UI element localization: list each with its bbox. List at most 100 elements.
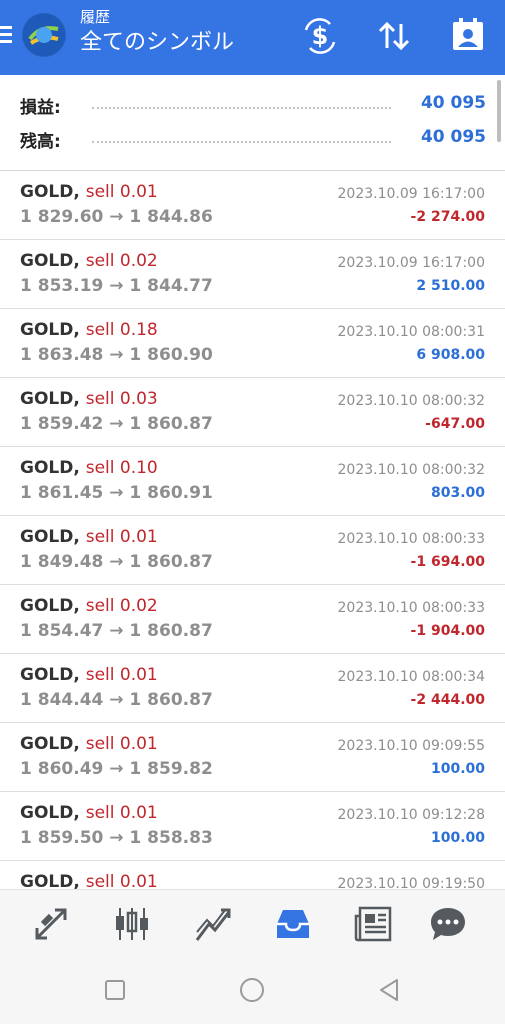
deal-prices: 1 853.19 → 1 844.77 — [20, 276, 213, 296]
top-app-bar: 履歴 全てのシンボル $ — [0, 0, 505, 75]
deal-time: 2023.10.10 08:00:34 — [337, 669, 486, 685]
arrows-diagonal-icon[interactable] — [31, 904, 71, 944]
deal-symbol: GOLD, — [20, 803, 86, 823]
deal-profit: -647.00 — [425, 416, 485, 432]
deal-row[interactable]: GOLD, sell 0.10 1 861.45 → 1 860.91 2023.1… — [0, 447, 505, 516]
deal-symbol: GOLD, — [20, 458, 86, 478]
deal-title: GOLD, sell 0.02 — [20, 251, 158, 271]
deal-time: 2023.10.10 08:00:32 — [337, 462, 486, 478]
deal-list[interactable]: GOLD, sell 0.01 1 829.60 → 1 844.86 2023.1… — [0, 171, 505, 889]
deal-profit: 100.00 — [430, 761, 485, 777]
deal-title: GOLD, sell 0.01 — [20, 182, 158, 202]
deal-prices: 1 844.44 → 1 860.87 — [20, 690, 213, 710]
deal-profit: -2 274.00 — [410, 209, 485, 225]
home-icon[interactable] — [239, 977, 265, 1003]
deal-side-volume: sell 0.02 — [85, 251, 158, 271]
history-summary: 損益: 40 095 残高: 40 095 — [0, 75, 505, 171]
deposit-exchange-icon[interactable]: $ — [300, 16, 340, 56]
deal-time: 2023.10.10 08:00:31 — [337, 324, 486, 340]
page-subtitle: 履歴 — [80, 8, 111, 26]
deal-row[interactable]: GOLD, sell 0.01 2023.10.10 09:19:50 — [0, 861, 505, 889]
deal-side-volume: sell 0.03 — [85, 389, 158, 409]
deal-profit: 6 908.00 — [416, 347, 485, 363]
deal-side-volume: sell 0.01 — [85, 182, 158, 202]
deal-side-volume: sell 0.01 — [85, 734, 158, 754]
balance-value: 40 095 — [420, 127, 486, 147]
deal-time: 2023.10.10 08:00:32 — [337, 393, 486, 409]
bottom-navigation — [0, 889, 505, 958]
deal-time: 2023.10.10 09:19:50 — [337, 876, 486, 889]
deal-symbol: GOLD, — [20, 527, 86, 547]
deal-profit: 100.00 — [430, 830, 485, 846]
deal-row[interactable]: GOLD, sell 0.03 1 859.42 → 1 860.87 2023.1… — [0, 378, 505, 447]
deal-symbol: GOLD, — [20, 320, 86, 340]
deal-row[interactable]: GOLD, sell 0.02 1 853.19 → 1 844.77 2023.1… — [0, 240, 505, 309]
menu-icon[interactable] — [0, 22, 14, 48]
deal-symbol: GOLD, — [20, 389, 86, 409]
chat-bubble-icon[interactable] — [428, 904, 468, 944]
deal-row[interactable]: GOLD, sell 0.01 1 859.50 → 1 858.83 2023.1… — [0, 792, 505, 861]
deal-symbol: GOLD, — [20, 872, 86, 889]
deal-prices: 1 849.48 → 1 860.87 — [20, 552, 213, 572]
scrollbar[interactable] — [497, 80, 501, 142]
deal-profit: -2 444.00 — [410, 692, 485, 708]
profit-row: 損益: 40 095 — [20, 93, 486, 119]
deal-title: GOLD, sell 0.01 — [20, 527, 158, 547]
deal-side-volume: sell 0.01 — [85, 527, 158, 547]
deal-profit: 2 510.00 — [416, 278, 485, 294]
deal-title: GOLD, sell 0.01 — [20, 734, 158, 754]
deal-profit: 803.00 — [430, 485, 485, 501]
system-navigation-bar — [0, 957, 505, 1024]
deal-prices: 1 860.49 → 1 859.82 — [20, 759, 213, 779]
deal-time: 2023.10.10 09:09:55 — [337, 738, 486, 754]
balance-label: 残高: — [20, 132, 61, 152]
deal-prices: 1 854.47 → 1 860.87 — [20, 621, 213, 641]
newspaper-icon[interactable] — [354, 904, 394, 944]
deal-title: GOLD, sell 0.18 — [20, 320, 158, 340]
deal-row[interactable]: GOLD, sell 0.02 1 854.47 → 1 860.87 2023.1… — [0, 585, 505, 654]
trend-lines-icon[interactable] — [193, 904, 233, 944]
deal-title: GOLD, sell 0.02 — [20, 596, 158, 616]
deal-prices: 1 861.45 → 1 860.91 — [20, 483, 213, 503]
inbox-tray-icon[interactable] — [273, 904, 313, 944]
deal-symbol: GOLD, — [20, 734, 86, 754]
deal-profit: -1 904.00 — [410, 623, 485, 639]
deal-prices: 1 859.50 → 1 858.83 — [20, 828, 213, 848]
deal-side-volume: sell 0.02 — [85, 596, 158, 616]
app-logo-icon — [22, 13, 66, 57]
deal-title: GOLD, sell 0.10 — [20, 458, 158, 478]
deal-side-volume: sell 0.10 — [85, 458, 158, 478]
deal-prices: 1 863.48 → 1 860.90 — [20, 345, 213, 365]
deal-row[interactable]: GOLD, sell 0.01 1 849.48 → 1 860.87 2023.1… — [0, 516, 505, 585]
deal-time: 2023.10.10 08:00:33 — [337, 600, 486, 616]
deal-title: GOLD, sell 0.01 — [20, 803, 158, 823]
svg-text:$: $ — [312, 22, 329, 50]
deal-row[interactable]: GOLD, sell 0.01 1 844.44 → 1 860.87 2023.1… — [0, 654, 505, 723]
page-title[interactable]: 全てのシンボル — [80, 28, 234, 58]
deal-side-volume: sell 0.01 — [85, 872, 158, 889]
recent-apps-icon[interactable] — [102, 977, 128, 1003]
deal-side-volume: sell 0.18 — [85, 320, 158, 340]
deal-prices: 1 859.42 → 1 860.87 — [20, 414, 213, 434]
dotted-leader — [92, 141, 391, 143]
back-icon[interactable] — [376, 977, 402, 1003]
deal-side-volume: sell 0.01 — [85, 665, 158, 685]
sort-icon[interactable] — [374, 16, 414, 56]
deal-symbol: GOLD, — [20, 251, 86, 271]
deal-title: GOLD, sell 0.01 — [20, 872, 158, 889]
deal-prices: 1 829.60 → 1 844.86 — [20, 207, 213, 227]
calendar-period-icon[interactable] — [448, 16, 488, 56]
deal-row[interactable]: GOLD, sell 0.01 1 860.49 → 1 859.82 2023.1… — [0, 723, 505, 792]
deal-row[interactable]: GOLD, sell 0.01 1 829.60 → 1 844.86 2023.1… — [0, 171, 505, 240]
deal-row[interactable]: GOLD, sell 0.18 1 863.48 → 1 860.90 2023.1… — [0, 309, 505, 378]
balance-row: 残高: 40 095 — [20, 127, 486, 153]
deal-time: 2023.10.09 16:17:00 — [337, 186, 486, 202]
deal-time: 2023.10.09 16:17:00 — [337, 255, 486, 271]
deal-title: GOLD, sell 0.03 — [20, 389, 158, 409]
deal-symbol: GOLD, — [20, 665, 86, 685]
deal-title: GOLD, sell 0.01 — [20, 665, 158, 685]
deal-symbol: GOLD, — [20, 596, 86, 616]
candlestick-icon[interactable] — [112, 904, 152, 944]
profit-label: 損益: — [20, 98, 61, 118]
profit-value: 40 095 — [420, 93, 486, 113]
